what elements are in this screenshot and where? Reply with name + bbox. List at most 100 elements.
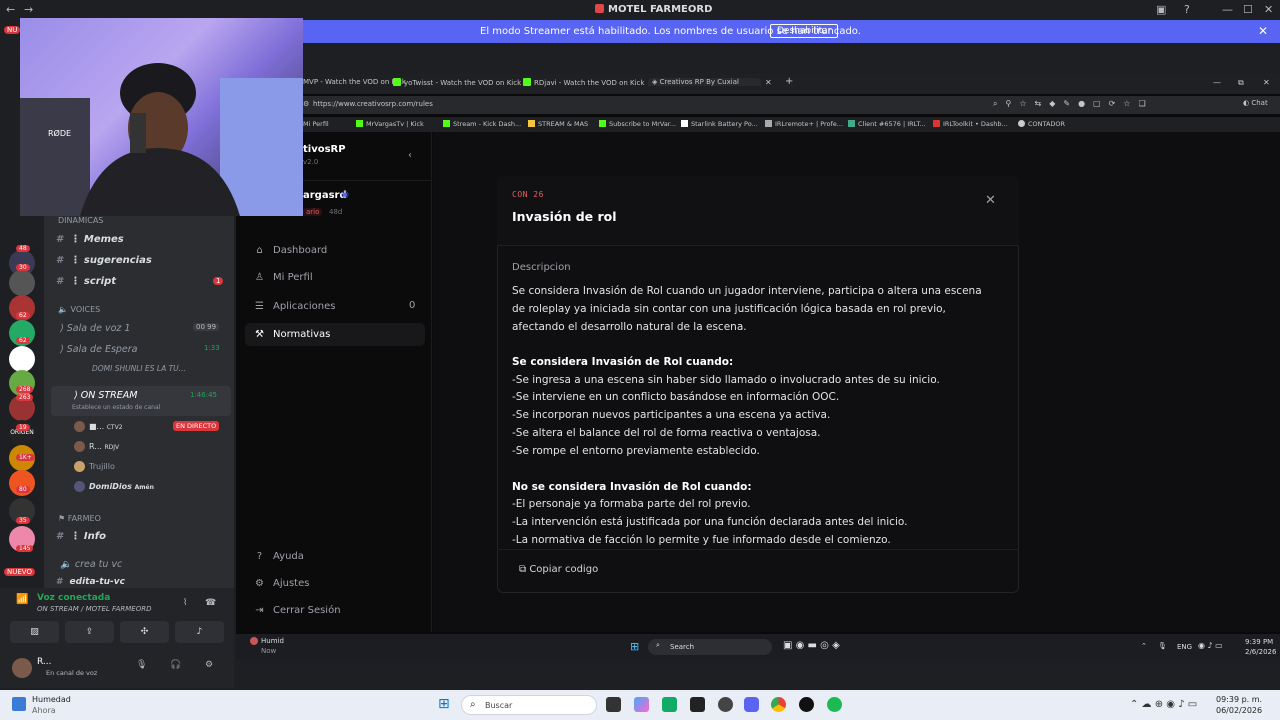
disconnect-icon[interactable]: ☎	[205, 598, 216, 608]
copilot-icon[interactable]	[634, 697, 649, 712]
site-brand[interactable]: tivosRP	[303, 144, 346, 155]
mic-tray-icon[interactable]: 🎙	[1158, 642, 1167, 650]
voice-user[interactable]: ■... CTV2	[74, 421, 123, 432]
close-window-icon[interactable]: ✕	[1263, 78, 1270, 87]
bookmark[interactable]: MrVargasTv | Kick	[356, 120, 424, 128]
voice-channel-crea[interactable]: 🔈 crea tu vc	[60, 559, 122, 570]
voice-user[interactable]: DomiDios Amén	[74, 481, 154, 492]
noise-suppress-icon[interactable]: ⌇	[183, 598, 187, 608]
tab-kick-yotwisst[interactable]: yoTwisst - Watch the VOD on Kick	[393, 78, 521, 87]
taskbar-app-icon[interactable]	[662, 697, 677, 712]
taskbar-app-icon[interactable]	[606, 697, 621, 712]
url-text[interactable]: https://www.creativosrp.com/rules	[313, 100, 433, 108]
spotify-icon[interactable]	[827, 697, 842, 712]
bookmark[interactable]: CONTADOR	[1018, 120, 1065, 128]
nav-ajustes[interactable]: ⚙ Ajustes	[254, 578, 309, 589]
network-icons[interactable]: ◉ ♪ ▭	[1198, 641, 1223, 650]
tab-kick-rdjavi[interactable]: RDjavi - Watch the VOD on Kick	[523, 78, 644, 87]
new-tab-icon[interactable]: +	[785, 76, 793, 87]
nav-aplicaciones[interactable]: ☰ Aplicaciones	[254, 301, 335, 312]
chat-button[interactable]: ◐ Chat	[1243, 99, 1268, 107]
gear-icon[interactable]: ⚙	[205, 660, 213, 670]
nav-dashboard[interactable]: ⌂ Dashboard	[254, 245, 327, 256]
windows-start-icon[interactable]: ⊞	[438, 696, 450, 712]
voice-user[interactable]: R... RDJV	[74, 441, 119, 452]
nav-ayuda[interactable]: ? Ayuda	[254, 551, 304, 562]
bookmark[interactable]: Subscribe to MrVar...	[599, 120, 676, 128]
voice-location[interactable]: ON STREAM / MOTEL FARMEORD	[37, 605, 151, 613]
taskbar-app-icon[interactable]	[799, 697, 814, 712]
activities-icon[interactable]: ✣	[120, 621, 169, 643]
channel-edita[interactable]: # edita-tu-vc	[56, 577, 125, 587]
forward-arrow-icon[interactable]: →	[24, 3, 33, 16]
search-box[interactable]: ⌕ Search	[648, 639, 772, 655]
tab-kick-mvp[interactable]: MVP - Watch the VOD on Kick	[303, 78, 406, 86]
tab-creativos[interactable]: ◈ Creativos RP By Cuxial	[648, 78, 761, 86]
server-icon[interactable]	[9, 270, 35, 296]
headphones-icon[interactable]: 🎧	[170, 660, 181, 670]
taskbar-app-icons[interactable]: ▣ ◉ ▬ ◎ ◈	[783, 640, 840, 651]
avatar[interactable]	[12, 658, 32, 678]
windows-start-icon[interactable]: ⊞	[630, 640, 639, 653]
copy-code-button[interactable]: ⧉ Copiar codigo	[511, 562, 606, 577]
language-indicator[interactable]: ENG	[1177, 643, 1192, 651]
nav-cerrar-sesion[interactable]: ⇥ Cerrar Sesión	[254, 605, 340, 616]
close-banner-icon[interactable]: ✕	[1258, 24, 1268, 38]
soundboard-icon[interactable]: ♪	[175, 621, 224, 643]
microphone-icon[interactable]: 🎙	[136, 660, 147, 670]
discord-icon[interactable]	[744, 697, 759, 712]
category-voices[interactable]: 🔈 VOICES	[58, 305, 100, 314]
channel-memes[interactable]: # ⋮ Memes	[56, 234, 124, 245]
restore-icon[interactable]: ⧉	[1238, 78, 1244, 88]
voice-status[interactable]: Voz conectada	[37, 593, 110, 603]
voice-user[interactable]: Trujillo	[74, 461, 115, 472]
nav-normativas[interactable]: ⚒ Normativas	[254, 329, 330, 340]
taskbar-app-icon[interactable]	[690, 697, 705, 712]
bookmark[interactable]: STREAM & MAS	[528, 120, 588, 128]
minimize-icon[interactable]: —	[1213, 78, 1221, 87]
maximize-icon[interactable]: ☐	[1243, 3, 1253, 16]
channel-status[interactable]: Establece un estado de canal	[72, 404, 160, 411]
extension-icons[interactable]: ⌕⚲☆⇆◆✎●▢⟳☆❏	[993, 99, 1154, 109]
clock-time[interactable]: 09:39 p. m.	[1216, 695, 1262, 704]
close-tab-icon[interactable]: ✕	[765, 78, 772, 87]
channel-script[interactable]: # ⋮ script	[56, 276, 116, 287]
disable-streamer-button[interactable]: Deshabilitar	[770, 24, 839, 38]
clock-time[interactable]: 9:39 PM	[1245, 638, 1273, 646]
weather-label[interactable]: Humid	[261, 637, 284, 645]
chrome-icon[interactable]	[771, 697, 786, 712]
bookmark[interactable]: Starlink Battery Po...	[681, 120, 758, 128]
clock-date[interactable]: 06/02/2026	[1216, 706, 1262, 715]
bookmark[interactable]: Client #6576 | IRLT...	[848, 120, 926, 128]
nav-mi-perfil[interactable]: ♙ Mi Perfil	[254, 272, 313, 283]
help-icon[interactable]: ?	[1184, 3, 1190, 16]
category-farmeo[interactable]: ⚑ FARMEO	[58, 514, 101, 523]
voice-channel-on-stream[interactable]: ⟩ ON STREAM	[74, 390, 137, 401]
close-window-icon[interactable]: ✕	[1264, 3, 1273, 16]
bookmark[interactable]: Stream - Kick Dash...	[443, 120, 521, 128]
minimize-icon[interactable]: —	[1222, 3, 1233, 16]
bookmark[interactable]: IRLremote+ | Profe...	[765, 120, 843, 128]
voice-channel-espera[interactable]: ⟩ Sala de Espera	[60, 344, 138, 355]
category-dinamicas[interactable]: DINAMICAS	[58, 216, 103, 225]
voice-channel-sala-1[interactable]: ⟩ Sala de voz 1	[60, 323, 130, 334]
channel-info[interactable]: # ⋮ Info	[56, 531, 106, 542]
screen-share-icon[interactable]: ⇪	[65, 621, 114, 643]
voice-channel-domi[interactable]: DOMI SHUNLI ES LA TU...	[92, 364, 186, 373]
bookmark[interactable]: IRLToolkit • Dashb...	[933, 120, 1008, 128]
clock-date[interactable]: 2/6/2026	[1245, 648, 1276, 656]
signal-icon[interactable]: 📶	[16, 594, 28, 605]
collapse-sidebar-icon[interactable]: ‹	[408, 150, 412, 161]
taskbar-app-icon[interactable]	[718, 697, 733, 712]
close-icon[interactable]: ✕	[985, 193, 996, 208]
server-icon[interactable]	[9, 346, 35, 372]
inbox-icon[interactable]: ▣	[1156, 3, 1166, 16]
channel-sugerencias[interactable]: # ⋮ sugerencias	[56, 255, 152, 266]
tray-icons[interactable]: ⌃ ☁ ⊕ ◉ ♪ ▭	[1130, 699, 1197, 710]
bookmark[interactable]: Mi Perfil	[303, 120, 329, 128]
back-arrow-icon[interactable]: ←	[6, 3, 15, 16]
search-box[interactable]: ⌕ Buscar	[461, 695, 597, 715]
camera-icon[interactable]: ▨	[10, 621, 59, 643]
weather-label[interactable]: Humedad	[32, 695, 71, 704]
user-name[interactable]: R...	[37, 657, 52, 667]
